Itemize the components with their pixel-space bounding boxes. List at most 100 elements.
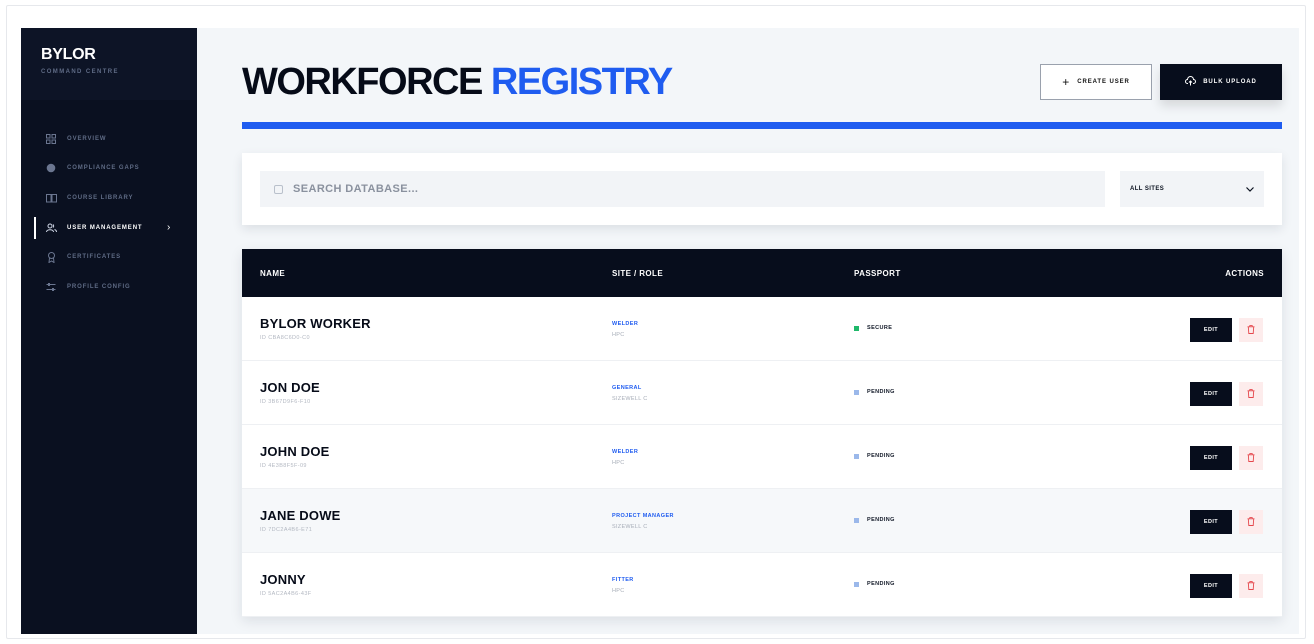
status-label: PENDING <box>867 581 895 587</box>
edit-button[interactable]: EDIT <box>1190 574 1232 598</box>
page-title-primary: WORKFORCE <box>242 61 483 103</box>
passport-status: PENDING <box>854 581 895 587</box>
user-role: WELDER <box>612 449 639 455</box>
user-id: ID 5AC2A4B6-43F <box>260 591 312 597</box>
trash-icon <box>1247 513 1255 531</box>
user-site: HPC <box>612 588 625 594</box>
user-role: PROJECT MANAGER <box>612 513 674 519</box>
bulk-upload-label: BULK UPLOAD <box>1203 79 1257 85</box>
column-header-name[interactable]: NAME <box>260 249 285 297</box>
table-row[interactable]: JON DOE ID 3B67D9F6-F10 GENERAL SIZEWELL… <box>242 361 1282 425</box>
plus-icon: + <box>1062 75 1070 89</box>
table-row[interactable]: BYLOR WORKER ID CBA8C6D0-C0 WELDER HPC S… <box>242 297 1282 361</box>
app-frame: BYLOR COMMAND CENTRE OVERVIEW COMPLIANCE… <box>6 5 1306 639</box>
sidebar: BYLOR COMMAND CENTRE OVERVIEW COMPLIANCE… <box>21 28 197 634</box>
column-header-passport[interactable]: PASSPORT <box>854 249 901 297</box>
trash-icon <box>1247 321 1255 339</box>
create-user-button[interactable]: + CREATE USER <box>1040 64 1152 100</box>
user-name: JOHN DOE <box>260 444 330 459</box>
status-label: PENDING <box>867 453 895 459</box>
users-icon <box>45 222 57 234</box>
status-dot-icon <box>854 389 859 395</box>
delete-button[interactable] <box>1239 318 1263 342</box>
sidebar-item-label: COMPLIANCE GAPS <box>67 165 140 172</box>
column-header-actions: ACTIONS <box>1225 268 1264 278</box>
user-name: JANE DOWE <box>260 508 341 523</box>
table-row[interactable]: JONNY ID 5AC2A4B6-43F FITTER HPC PENDING… <box>242 553 1282 617</box>
edit-button[interactable]: EDIT <box>1190 510 1232 534</box>
user-id: ID 3B67D9F6-F10 <box>260 399 311 405</box>
create-user-label: CREATE USER <box>1077 79 1130 85</box>
status-label: PENDING <box>867 517 895 523</box>
search-icon <box>274 184 283 194</box>
delete-button[interactable] <box>1239 446 1263 470</box>
brand-title: BYLOR <box>41 46 96 63</box>
status-label: PENDING <box>867 389 895 395</box>
delete-button[interactable] <box>1239 574 1263 598</box>
sidebar-item-compliance-gaps[interactable]: COMPLIANCE GAPS <box>21 154 197 184</box>
delete-button[interactable] <box>1239 510 1263 534</box>
globe-icon <box>45 162 57 174</box>
trash-icon <box>1247 577 1255 595</box>
sidebar-item-overview[interactable]: OVERVIEW <box>21 124 197 154</box>
user-name: JONNY <box>260 572 306 587</box>
user-name: BYLOR WORKER <box>260 316 371 331</box>
site-filter-value: ALL SITES <box>1130 186 1165 192</box>
sidebar-item-label: CERTIFICATES <box>67 254 122 261</box>
chevron-right-icon: › <box>167 222 171 234</box>
edit-button[interactable]: EDIT <box>1190 382 1232 406</box>
user-id: ID CBA8C6D0-C0 <box>260 335 310 341</box>
user-id: ID 4E3B8F5F-09 <box>260 463 307 469</box>
sidebar-nav: OVERVIEW COMPLIANCE GAPS COURSE LIBRARY … <box>21 124 197 302</box>
passport-status: PENDING <box>854 389 895 395</box>
sliders-icon <box>45 281 57 293</box>
user-id: ID 7DC2A4B6-E71 <box>260 527 313 533</box>
sidebar-item-label: COURSE LIBRARY <box>67 194 134 201</box>
trash-icon <box>1247 385 1255 403</box>
user-site: HPC <box>612 460 625 466</box>
status-dot-icon <box>854 325 859 331</box>
brand-subtitle: COMMAND CENTRE <box>41 69 119 75</box>
sidebar-item-label: OVERVIEW <box>67 135 107 142</box>
user-site: HPC <box>612 332 625 338</box>
edit-button[interactable]: EDIT <box>1190 318 1232 342</box>
trash-icon <box>1247 449 1255 467</box>
page-title-accent: REGISTRY <box>490 61 673 103</box>
bulk-upload-button[interactable]: BULK UPLOAD <box>1160 64 1282 100</box>
sidebar-item-label: PROFILE CONFIG <box>67 283 131 290</box>
brand: BYLOR COMMAND CENTRE <box>21 28 197 100</box>
passport-status: PENDING <box>854 453 895 459</box>
chevron-down-icon <box>1246 184 1254 194</box>
search-box <box>260 171 1105 207</box>
user-role: FITTER <box>612 577 634 583</box>
user-role: WELDER <box>612 321 639 327</box>
main-content: WORKFORCE REGISTRY + CREATE USER BULK UP… <box>197 28 1299 634</box>
user-site: SIZEWELL C <box>612 396 648 402</box>
edit-button[interactable]: EDIT <box>1190 446 1232 470</box>
status-dot-icon <box>854 453 859 459</box>
table-row[interactable]: JOHN DOE ID 4E3B8F5F-09 WELDER HPC PENDI… <box>242 425 1282 489</box>
status-dot-icon <box>854 581 859 587</box>
user-site: SIZEWELL C <box>612 524 648 530</box>
sidebar-item-label: USER MANAGEMENT <box>67 224 143 231</box>
sidebar-item-course-library[interactable]: COURSE LIBRARY <box>21 183 197 213</box>
search-input[interactable] <box>293 183 1053 195</box>
cloud-upload-icon <box>1185 73 1197 91</box>
search-panel: ALL SITES <box>242 153 1282 225</box>
site-filter-dropdown[interactable]: ALL SITES <box>1120 171 1264 207</box>
sidebar-item-user-management[interactable]: USER MANAGEMENT › <box>21 213 197 243</box>
status-label: SECURE <box>867 325 893 331</box>
sidebar-item-profile-config[interactable]: PROFILE CONFIG <box>21 272 197 302</box>
status-dot-icon <box>854 517 859 523</box>
grid-icon <box>45 133 57 145</box>
passport-status: PENDING <box>854 517 895 523</box>
book-icon <box>45 192 57 204</box>
sidebar-item-certificates[interactable]: CERTIFICATES <box>21 242 197 272</box>
table-row[interactable]: JANE DOWE ID 7DC2A4B6-E71 PROJECT MANAGE… <box>242 489 1282 553</box>
table-header: NAME SITE / ROLE PASSPORT ACTIONS <box>242 249 1282 297</box>
user-name: JON DOE <box>260 380 320 395</box>
page-title: WORKFORCE REGISTRY <box>242 61 673 104</box>
passport-status: SECURE <box>854 325 892 331</box>
column-header-site-role[interactable]: SITE / ROLE <box>612 249 663 297</box>
delete-button[interactable] <box>1239 382 1263 406</box>
